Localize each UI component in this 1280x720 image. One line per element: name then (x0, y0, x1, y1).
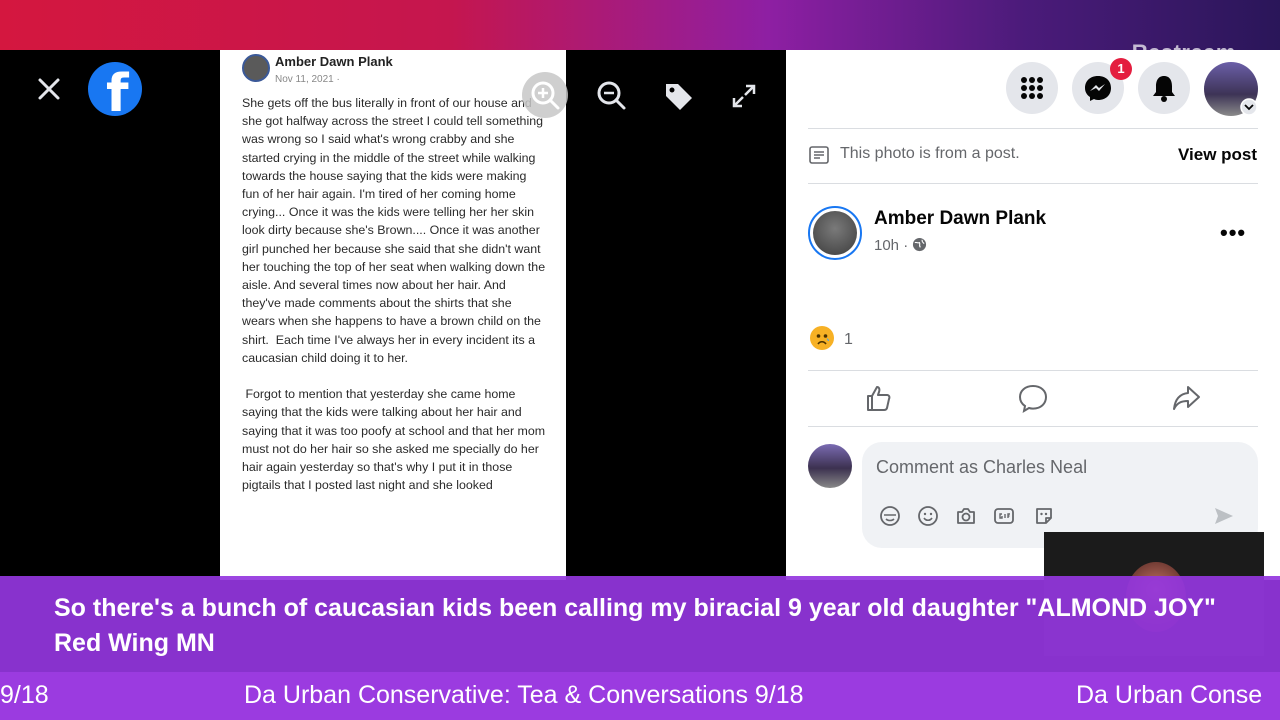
author-name[interactable]: Amber Dawn Plank (874, 208, 1046, 230)
reaction-count[interactable]: 1 (844, 331, 853, 349)
comment-placeholder: Comment as Charles Neal (876, 457, 1088, 477)
facebook-logo-icon[interactable]: f (88, 62, 142, 116)
restream-watermark: Restream (1131, 40, 1236, 65)
author-avatar-photo (813, 211, 857, 255)
post-time[interactable]: 10h · (874, 237, 927, 254)
post-time-text: 10h · (874, 237, 909, 254)
gif-icon[interactable] (992, 504, 1016, 528)
fullscreen-icon[interactable] (724, 76, 764, 116)
tag-icon[interactable] (658, 76, 698, 116)
sad-face-icon (816, 334, 829, 345)
ticker-text-center: Da Urban Conservative: Tea & Conversatio… (244, 681, 804, 709)
commenter-avatar[interactable] (808, 444, 852, 488)
zoom-out-icon[interactable] (592, 76, 632, 116)
share-icon[interactable] (1168, 380, 1204, 416)
post-note-icon (809, 146, 829, 164)
zoom-in-icon[interactable] (526, 76, 566, 116)
headline-text: So there's a bunch of caucasian kids bee… (54, 594, 1216, 657)
post-image-date: Nov 11, 2021 · (275, 74, 340, 85)
globe-icon (913, 237, 927, 252)
post-screenshot-image: Amber Dawn Plank Nov 11, 2021 · She gets… (220, 50, 566, 580)
more-options-button[interactable]: ••• (1220, 220, 1246, 246)
author-avatar[interactable] (808, 206, 862, 260)
ticker-text-left: 9/18 (0, 681, 49, 709)
view-post-link[interactable]: View post (1178, 145, 1257, 165)
ticker-bar: 9/18 Da Urban Conservative: Tea & Conver… (0, 672, 1280, 720)
notification-badge: 1 (1110, 58, 1132, 80)
bell-icon[interactable] (1144, 68, 1184, 108)
emoji-icon[interactable] (916, 504, 940, 528)
post-image-avatar (242, 54, 270, 82)
post-image-body: She gets off the bus literally in front … (242, 96, 546, 493)
send-icon[interactable] (1212, 504, 1236, 528)
like-icon[interactable] (860, 380, 896, 416)
divider-actions (808, 426, 1258, 427)
post-image-author: Amber Dawn Plank (275, 54, 393, 69)
camera-icon[interactable] (954, 504, 978, 528)
divider-reactions (808, 370, 1258, 371)
close-icon[interactable] (34, 74, 64, 104)
ticker-text-right: Da Urban Conse (1076, 681, 1263, 709)
chevron-down-icon[interactable] (1240, 98, 1258, 116)
grid-menu-icon[interactable] (1012, 68, 1052, 108)
facebook-logo-letter: f (106, 64, 129, 116)
avatar-sticker-icon[interactable] (878, 504, 902, 528)
stream-top-band (0, 0, 1280, 50)
sticker-icon[interactable] (1032, 504, 1056, 528)
photo-from-post-note: This photo is from a post. (840, 145, 1020, 162)
divider-top (808, 128, 1258, 129)
comment-icon[interactable] (1015, 380, 1051, 416)
divider-header (808, 183, 1258, 184)
